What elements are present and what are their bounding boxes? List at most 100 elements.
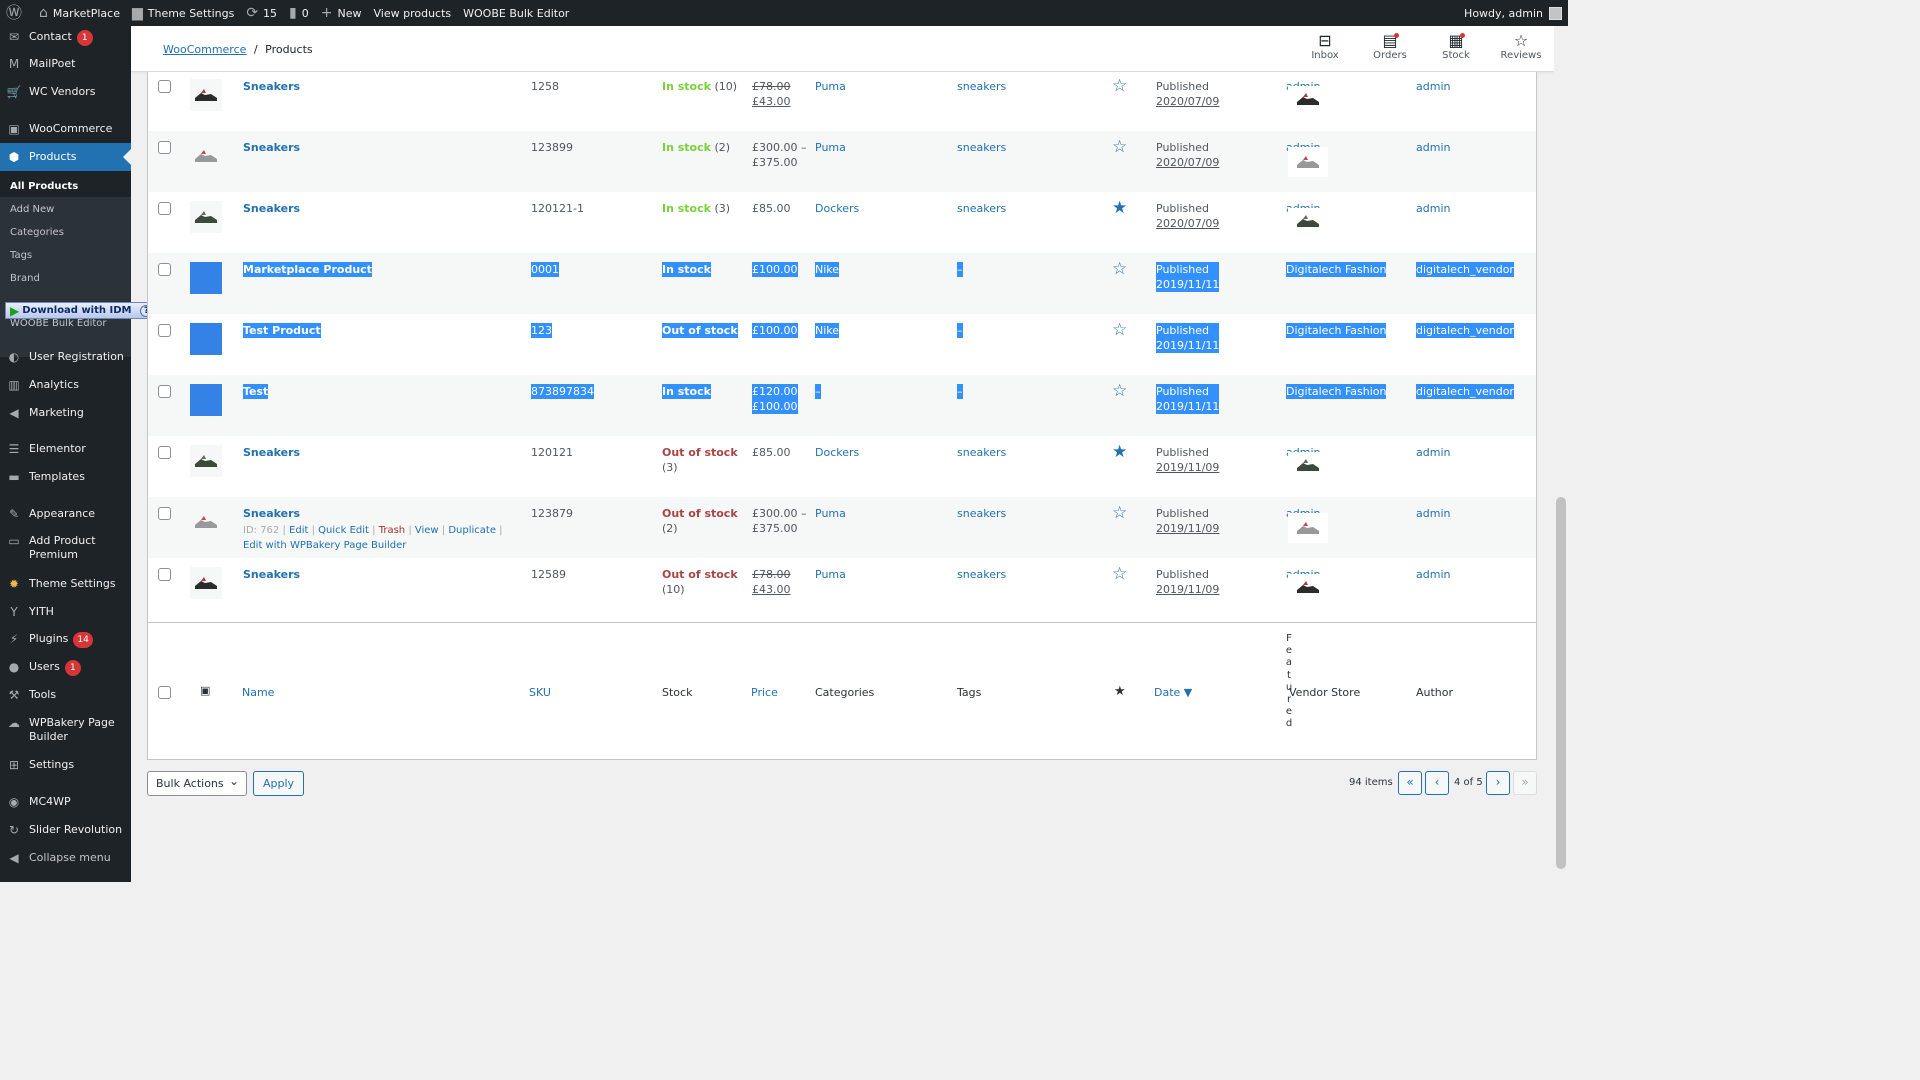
sidebar-item-add-product-premium[interactable]: ▭ Add Product Premium xyxy=(0,534,131,562)
sidebar-item-theme-settings[interactable]: ✹ Theme Settings xyxy=(0,577,131,591)
product-name-link[interactable]: Test Product xyxy=(243,323,321,338)
row-checkbox[interactable] xyxy=(158,141,171,154)
row-checkbox[interactable] xyxy=(158,324,171,337)
product-thumbnail[interactable] xyxy=(190,506,222,538)
row-checkbox[interactable] xyxy=(158,263,171,276)
submenu-add-new[interactable]: Add New xyxy=(10,204,54,215)
category-link[interactable]: Dockers xyxy=(815,201,859,216)
row-checkbox[interactable] xyxy=(158,202,171,215)
product-thumbnail-placeholder[interactable] xyxy=(190,262,222,294)
category-link[interactable]: Nike xyxy=(815,323,840,338)
sidebar-item-marketing[interactable]: ◀ Marketing xyxy=(0,406,131,420)
featured-star-outline-icon[interactable]: ☆ xyxy=(1112,566,1127,583)
prev-page-button[interactable]: ‹ xyxy=(1425,771,1449,795)
sidebar-item-tools[interactable]: ⚒ Tools xyxy=(0,688,131,702)
sidebar-item-contact[interactable]: ✉ Contact 1 xyxy=(0,30,131,46)
featured-star-filled-icon[interactable]: ★ xyxy=(1112,200,1127,217)
vendor-link[interactable]: Digitalech Fashion xyxy=(1286,384,1387,399)
column-sku-sort[interactable]: SKU xyxy=(529,686,551,699)
author-link[interactable]: digitalech_vendor xyxy=(1416,384,1514,399)
tag-link[interactable]: sneakers xyxy=(957,567,1006,582)
sidebar-item-templates[interactable]: ▬ Templates xyxy=(0,470,131,484)
sidebar-item-mc4wp[interactable]: ◉ MC4WP xyxy=(0,795,131,809)
author-link[interactable]: admin xyxy=(1416,445,1450,460)
row-checkbox[interactable] xyxy=(158,80,171,93)
author-link[interactable]: admin xyxy=(1416,140,1450,155)
quick-edit-link[interactable]: Quick Edit xyxy=(318,525,369,536)
featured-star-outline-icon[interactable]: ☆ xyxy=(1112,383,1127,400)
category-link[interactable]: Nike xyxy=(815,262,840,277)
product-thumbnail[interactable] xyxy=(190,201,222,233)
category-link[interactable]: Puma xyxy=(815,140,846,155)
author-link[interactable]: digitalech_vendor xyxy=(1416,262,1514,277)
category-link[interactable]: Puma xyxy=(815,567,846,582)
comments-link[interactable]: ▮ 0 xyxy=(283,0,315,26)
vendor-link[interactable]: Digitalech Fashion xyxy=(1286,262,1387,277)
sidebar-item-users[interactable]: ● Users 1 xyxy=(0,660,131,676)
row-checkbox[interactable] xyxy=(158,446,171,459)
page-scrollbar-thumb[interactable] xyxy=(1556,497,1566,869)
featured-star-outline-icon[interactable]: ☆ xyxy=(1112,261,1127,278)
product-thumbnail-placeholder[interactable] xyxy=(190,323,222,355)
product-thumbnail[interactable] xyxy=(190,567,222,599)
submenu-brand[interactable]: Brand xyxy=(10,273,40,284)
sidebar-item-appearance[interactable]: ✎ Appearance xyxy=(0,507,131,521)
product-name-link[interactable]: Sneakers xyxy=(243,506,300,521)
product-name-link[interactable]: Sneakers xyxy=(243,445,300,460)
column-price-sort[interactable]: Price xyxy=(751,686,778,699)
author-link[interactable]: digitalech_vendor xyxy=(1416,323,1514,338)
view-link[interactable]: View xyxy=(415,525,439,536)
category-link[interactable]: Dockers xyxy=(815,445,859,460)
product-thumbnail-placeholder[interactable] xyxy=(190,384,222,416)
idm-download-panel[interactable]: ▶ Download with IDM ? X xyxy=(5,302,170,319)
inbox-button[interactable]: ⊟ Inbox xyxy=(1293,26,1357,72)
idm-download-button[interactable]: Download with IDM xyxy=(22,305,131,316)
duplicate-link[interactable]: Duplicate xyxy=(448,525,496,536)
featured-star-filled-icon[interactable]: ★ xyxy=(1112,444,1127,461)
view-products-link[interactable]: View products xyxy=(368,0,458,26)
sidebar-item-mailpoet[interactable]: M MailPoet xyxy=(0,57,131,71)
new-content-link[interactable]: + New xyxy=(315,0,368,26)
tag-link[interactable]: sneakers xyxy=(957,506,1006,521)
sidebar-collapse-menu[interactable]: ◀ Collapse menu xyxy=(0,851,131,865)
tag-link[interactable]: sneakers xyxy=(957,445,1006,460)
category-link[interactable]: Puma xyxy=(815,506,846,521)
stock-button[interactable]: ▦ Stock xyxy=(1424,26,1488,72)
author-link[interactable]: admin xyxy=(1416,201,1450,216)
first-page-button[interactable]: « xyxy=(1398,771,1422,795)
sidebar-item-yith[interactable]: Y YITH xyxy=(0,605,131,619)
row-checkbox[interactable] xyxy=(158,507,171,520)
sidebar-item-plugins[interactable]: ⚡ Plugins 14 xyxy=(0,632,131,648)
row-checkbox[interactable] xyxy=(158,568,171,581)
next-page-button[interactable]: › xyxy=(1486,771,1510,795)
sidebar-item-slider-revolution[interactable]: ↻ Slider Revolution xyxy=(0,823,131,837)
author-link[interactable]: admin xyxy=(1416,506,1450,521)
sidebar-item-settings[interactable]: ⊞ Settings xyxy=(0,758,131,772)
product-name-link[interactable]: Sneakers xyxy=(243,201,300,216)
tag-link[interactable]: sneakers xyxy=(957,79,1006,94)
column-date-sort[interactable]: Date ▼ xyxy=(1154,686,1192,699)
product-name-link[interactable]: Test xyxy=(243,384,269,399)
theme-settings-link[interactable]: ▆ Theme Settings xyxy=(126,0,240,26)
my-account-link[interactable]: Howdy, admin xyxy=(1458,0,1568,26)
featured-star-outline-icon[interactable]: ☆ xyxy=(1112,139,1127,156)
category-link[interactable]: Puma xyxy=(815,79,846,94)
sidebar-item-user-registration[interactable]: ◐ User Registration xyxy=(0,350,131,364)
product-name-link[interactable]: Sneakers xyxy=(243,140,300,155)
sidebar-item-analytics[interactable]: ▥ Analytics xyxy=(0,378,131,392)
sidebar-item-woocommerce[interactable]: ▣ WooCommerce xyxy=(0,122,131,136)
author-link[interactable]: admin xyxy=(1416,79,1450,94)
select-all-checkbox[interactable] xyxy=(158,686,171,699)
tag-link[interactable]: sneakers xyxy=(957,201,1006,216)
breadcrumb-woocommerce-link[interactable]: WooCommerce xyxy=(163,43,246,56)
product-name-link[interactable]: Sneakers xyxy=(243,567,300,582)
column-featured-star-icon[interactable]: ★ xyxy=(1114,684,1126,699)
woobe-link[interactable]: WOOBE Bulk Editor xyxy=(457,0,575,26)
sidebar-item-products[interactable]: ⬢ Products xyxy=(0,143,131,171)
product-thumbnail[interactable] xyxy=(190,140,222,172)
column-name-sort[interactable]: Name xyxy=(242,686,274,699)
row-checkbox[interactable] xyxy=(158,385,171,398)
sidebar-item-wc-vendors[interactable]: 🛒 WC Vendors xyxy=(0,85,131,99)
featured-star-outline-icon[interactable]: ☆ xyxy=(1112,505,1127,522)
featured-star-outline-icon[interactable]: ☆ xyxy=(1112,78,1127,95)
